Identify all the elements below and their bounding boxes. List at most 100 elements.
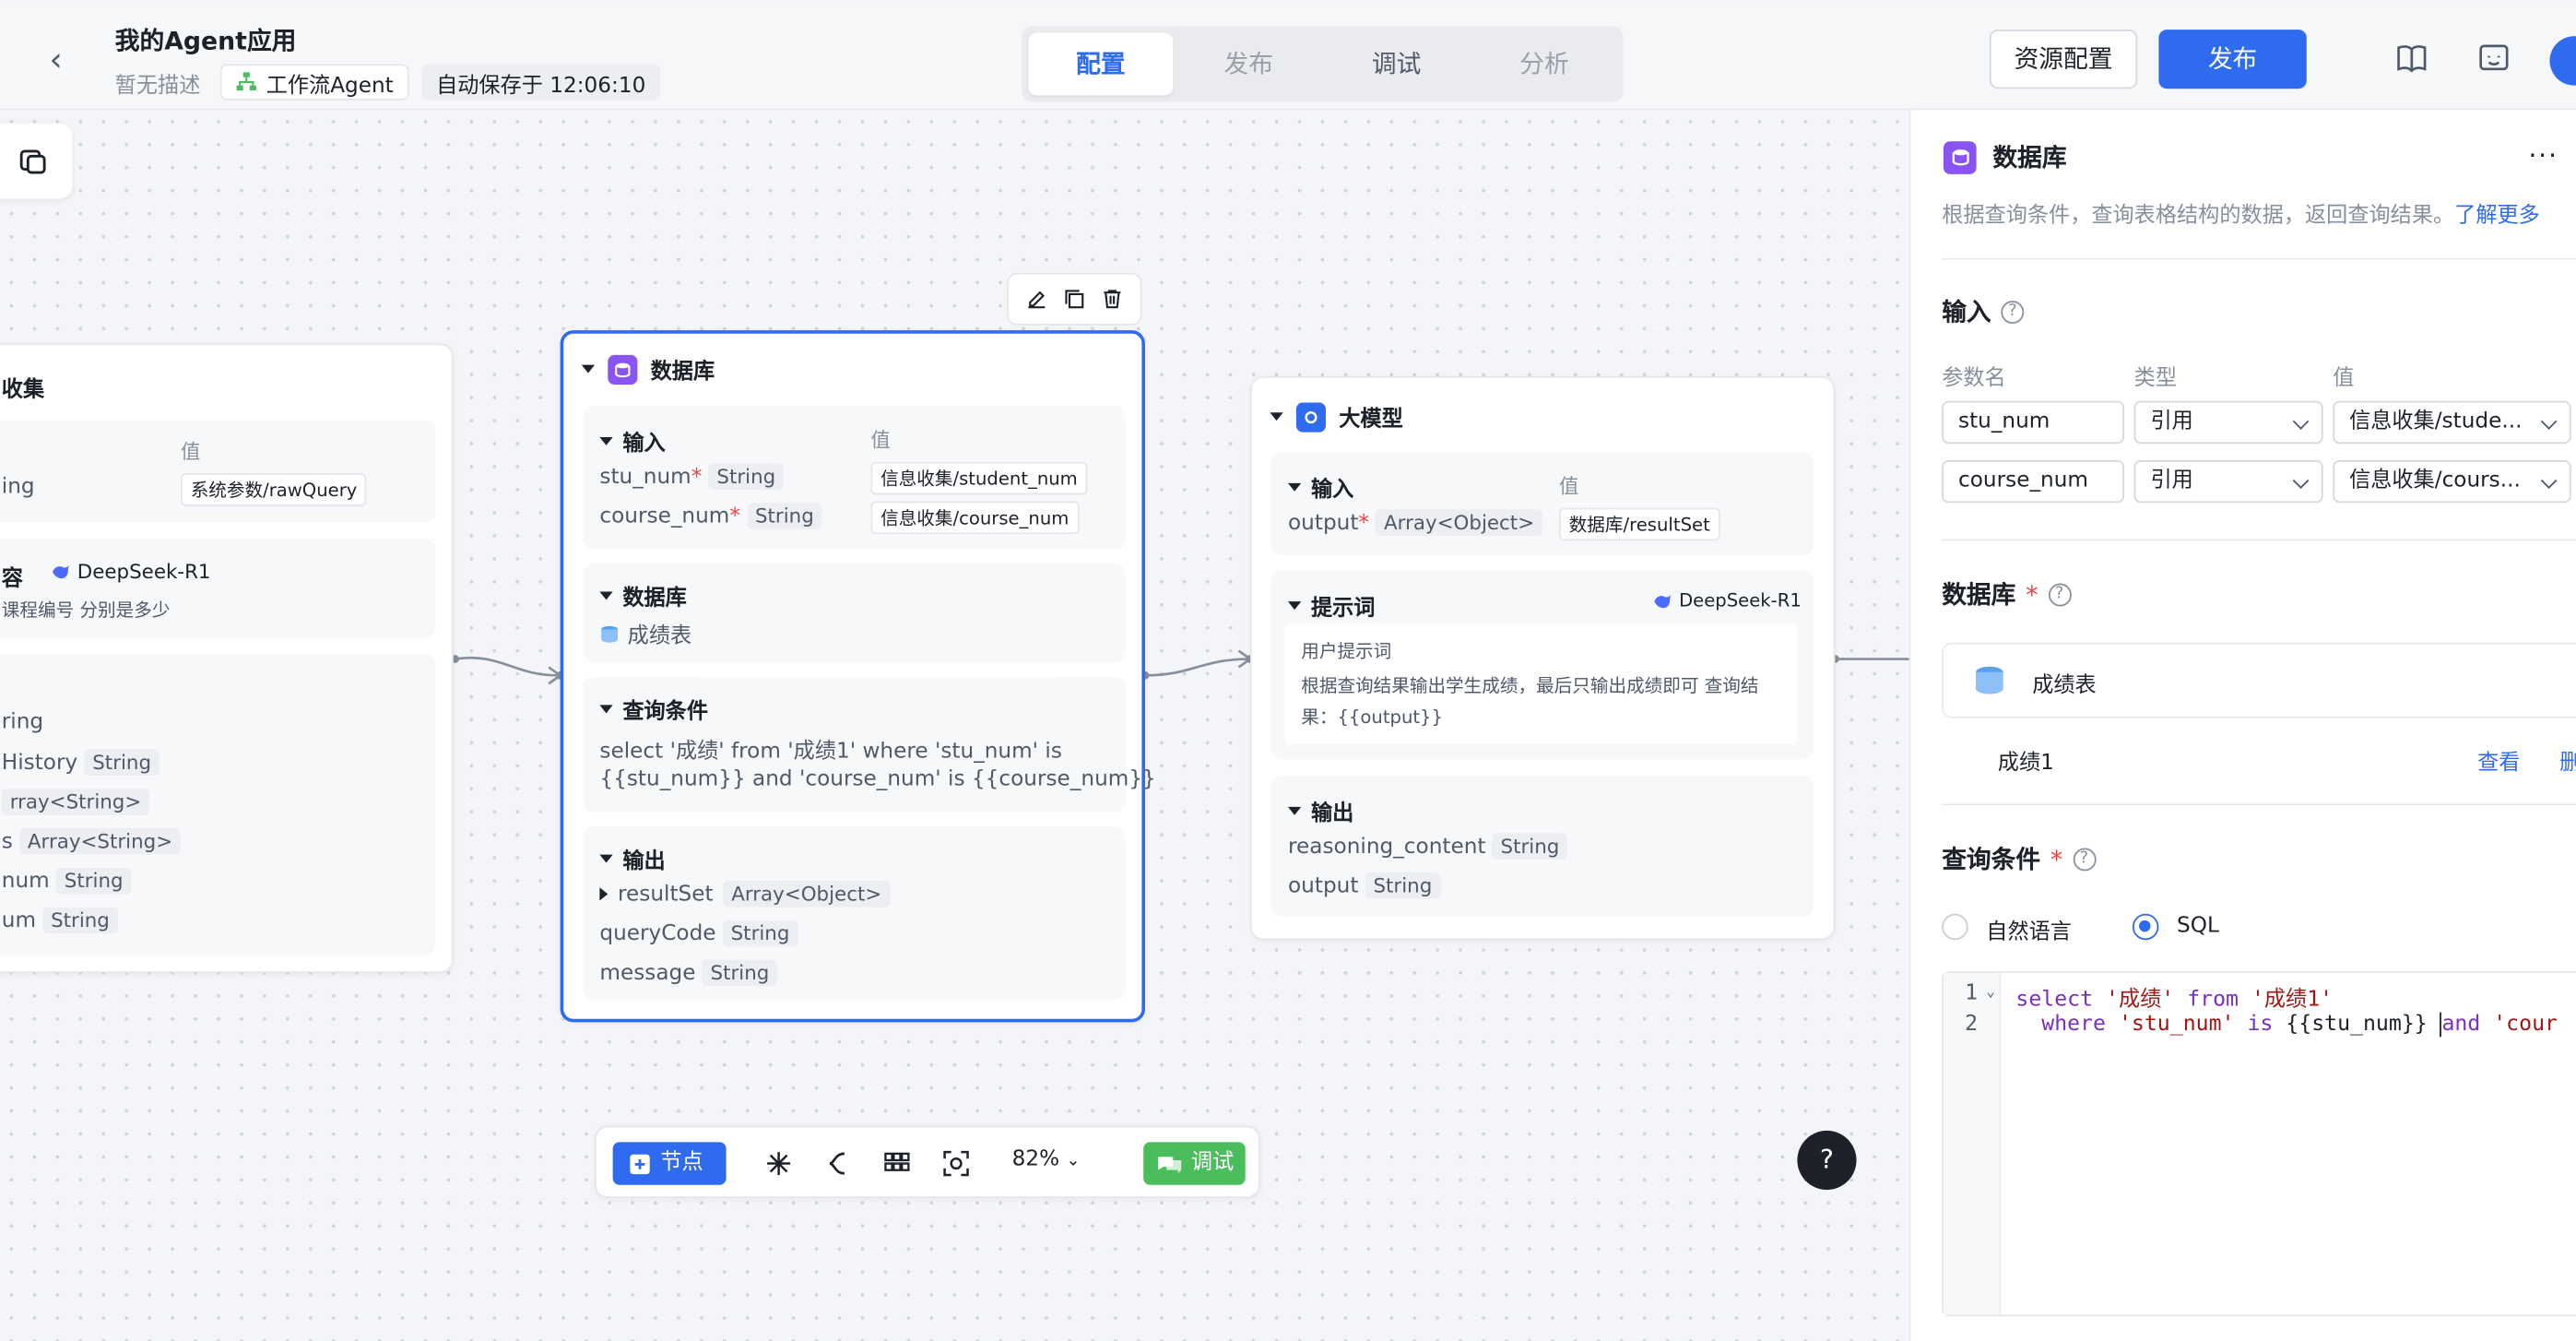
- fold-chevron-icon[interactable]: ⌄: [1986, 984, 1995, 1001]
- node-title: 大模型: [1339, 407, 1403, 433]
- llm-node[interactable]: 大模型 输入 值 output* Array<Object> 数据库/result…: [1250, 376, 1836, 941]
- fit-view-icon[interactable]: [939, 1147, 973, 1181]
- input-value: 信息收集/course_num: [870, 501, 1080, 535]
- param-value-select[interactable]: 信息收集/stude...: [2333, 400, 2571, 445]
- publish-button[interactable]: 发布: [2158, 30, 2307, 89]
- debug-button[interactable]: 调试: [1143, 1142, 1246, 1185]
- input-value: 数据库/resultSet: [1559, 507, 1720, 541]
- prompt-box: 用户提示词 根据查询结果输出学生成绩，最后只输出成绩即可 查询结 果：{{out…: [1284, 623, 1798, 745]
- chevron-down-icon: [2292, 472, 2310, 490]
- auto-layout-icon[interactable]: [762, 1147, 796, 1181]
- chevron-down-icon: ⌄: [1066, 1152, 1081, 1170]
- top-header: ‹ 我的Agent应用 暂无描述 工作流Agent 自动保存于 12:06:10…: [0, 6, 2576, 111]
- help-circle-icon[interactable]: ?: [2072, 847, 2096, 871]
- plus-square-icon: [630, 1153, 650, 1174]
- copy-icon[interactable]: [1063, 288, 1086, 311]
- canvas-bottom-toolbar: 节点 82% ⌄ 调试: [595, 1125, 1260, 1198]
- agent-type-tag: 工作流Agent: [219, 64, 408, 101]
- node-model-section: 容 DeepSeek-R1 课程编号 分别是多少: [0, 539, 436, 638]
- param-type-select[interactable]: 引用: [2133, 400, 2323, 445]
- code-line-2: where 'stu_num' is {{stu_num}} and 'cour: [2041, 1012, 2558, 1038]
- input-section-title: 输入?: [1942, 294, 2025, 328]
- app-description[interactable]: 暂无描述: [115, 66, 201, 98]
- query-section-title: 查询条件 *?: [1942, 841, 2096, 875]
- table-field: 成绩1: [1997, 751, 2054, 777]
- zoom-dropdown[interactable]: 82% ⌄: [1012, 1147, 1081, 1172]
- llm-icon: [1295, 401, 1326, 432]
- app-title: 我的Agent应用: [114, 26, 297, 56]
- book-icon[interactable]: [2392, 40, 2431, 79]
- chevron-down-icon: [2540, 413, 2558, 430]
- delete-link[interactable]: 删: [2559, 744, 2576, 776]
- edit-icon[interactable]: [1025, 288, 1048, 311]
- info-collect-node[interactable]: 收集 值 ing 系统参数/rawQuery 容 DeepSeek-R1 课程编…: [0, 343, 454, 973]
- app-meta-row: 暂无描述 工作流Agent 自动保存于 12:06:10: [115, 63, 661, 102]
- learn-more-link[interactable]: 了解更多: [2454, 204, 2540, 229]
- param-name-input[interactable]: stu_num: [1942, 400, 2124, 445]
- param-name-input[interactable]: course_num: [1942, 459, 2124, 504]
- deepseek-icon: [53, 564, 69, 579]
- resource-config-button[interactable]: 资源配置: [1989, 30, 2138, 89]
- tab-publish[interactable]: 发布: [1176, 33, 1321, 96]
- node-title: 数据库: [650, 360, 715, 385]
- param-value-select[interactable]: 信息收集/cours...: [2333, 459, 2571, 504]
- view-link[interactable]: 查看: [2477, 744, 2520, 776]
- help-circle-icon[interactable]: ?: [2001, 300, 2025, 324]
- tab-analysis[interactable]: 分析: [1472, 33, 1617, 96]
- db-node-header: 数据库: [581, 353, 715, 385]
- add-node-button[interactable]: 节点: [612, 1142, 727, 1185]
- more-menu-icon[interactable]: ···: [2528, 139, 2558, 171]
- panel-description: 根据查询条件，查询表格结构的数据，返回查询结果。了解更多: [1942, 203, 2540, 229]
- llm-node-header: 大模型: [1270, 401, 1403, 433]
- input-value: 系统参数/rawQuery: [181, 473, 368, 506]
- mode-tabs: 配置 发布 调试 分析: [1022, 26, 1624, 102]
- help-circle-icon[interactable]: ?: [2048, 582, 2072, 606]
- delete-icon[interactable]: [1100, 288, 1123, 311]
- input-value: 信息收集/student_num: [870, 461, 1088, 495]
- selected-table-card[interactable]: 成绩表: [1942, 642, 2576, 718]
- node-action-toolbar: [1007, 272, 1142, 326]
- database-section-title: 数据库 *?: [1942, 576, 2072, 611]
- node-title: 收集: [1, 377, 45, 403]
- tab-config[interactable]: 配置: [1028, 32, 1174, 96]
- panel-title: 数据库: [1943, 139, 2067, 173]
- collapse-caret-icon[interactable]: [581, 364, 596, 374]
- db-input-section: 输入 值 stu_num* String 信息收集/student_num cou…: [583, 406, 1126, 550]
- node-config-panel: 数据库 ··· 根据查询条件，查询表格结构的数据，返回查询结果。了解更多 输入?…: [1908, 110, 2576, 1341]
- user-avatar[interactable]: [2549, 36, 2576, 86]
- help-button[interactable]: ?: [1797, 1130, 1857, 1191]
- radio-sql[interactable]: [2132, 913, 2159, 941]
- minimap-grid-icon[interactable]: [880, 1147, 914, 1181]
- db-output-section: 输出 resultSet Array<Object> queryCode Strin…: [583, 826, 1126, 1000]
- table-icon: [1976, 666, 2003, 694]
- editor-gutter: 1 ⌄ 2: [1943, 972, 2002, 1315]
- chevron-down-icon: [2292, 413, 2310, 430]
- node-output-section: ring History String rray<String> s Array<S…: [0, 654, 436, 955]
- back-chevron-icon[interactable]: ‹: [36, 40, 76, 79]
- llm-output-section: 输出 reasoning_content String output String: [1271, 776, 1814, 918]
- db-table-section: 数据库 成绩表: [583, 564, 1126, 663]
- node-input-section: 值 ing 系统参数/rawQuery: [0, 421, 436, 523]
- chat-icon: [1158, 1156, 1182, 1173]
- param-type-select[interactable]: 引用: [2133, 459, 2323, 504]
- collapse-caret-icon[interactable]: [1270, 412, 1283, 421]
- workflow-canvas[interactable]: 收集 值 ing 系统参数/rawQuery 容 DeepSeek-R1 课程编…: [0, 110, 1909, 1341]
- connector-style-icon[interactable]: [821, 1147, 855, 1181]
- llm-input-section: 输入 值 output* Array<Object> 数据库/resultSet: [1271, 452, 1814, 556]
- chevron-down-icon: [2540, 472, 2558, 490]
- deepseek-icon: [1654, 594, 1672, 608]
- database-icon: [1943, 140, 1977, 173]
- workflow-icon: [236, 72, 257, 91]
- table-icon: [601, 624, 618, 642]
- feedback-icon[interactable]: [2475, 40, 2514, 79]
- database-node[interactable]: 数据库 输入 值 stu_num* String 信息收集/student_num…: [560, 330, 1156, 1023]
- tab-debug[interactable]: 调试: [1324, 33, 1469, 96]
- llm-prompt-section: 提示词 DeepSeek-R1 用户提示词 根据查询结果输出学生成绩，最后只输出…: [1271, 570, 1814, 760]
- workflow-editor-page: ‹ 我的Agent应用 暂无描述 工作流Agent 自动保存于 12:06:10…: [0, 0, 2576, 1341]
- database-icon: [608, 353, 638, 385]
- expand-caret-icon[interactable]: [599, 887, 609, 901]
- radio-natural-language[interactable]: [1942, 913, 1968, 941]
- code-line-1: select '成绩' from '成绩1': [2015, 987, 2334, 1013]
- autosave-status: 自动保存于 12:06:10: [421, 64, 661, 101]
- sql-code-editor[interactable]: 1 ⌄ 2 select '成绩' from '成绩1' where 'stu_…: [1942, 971, 2576, 1317]
